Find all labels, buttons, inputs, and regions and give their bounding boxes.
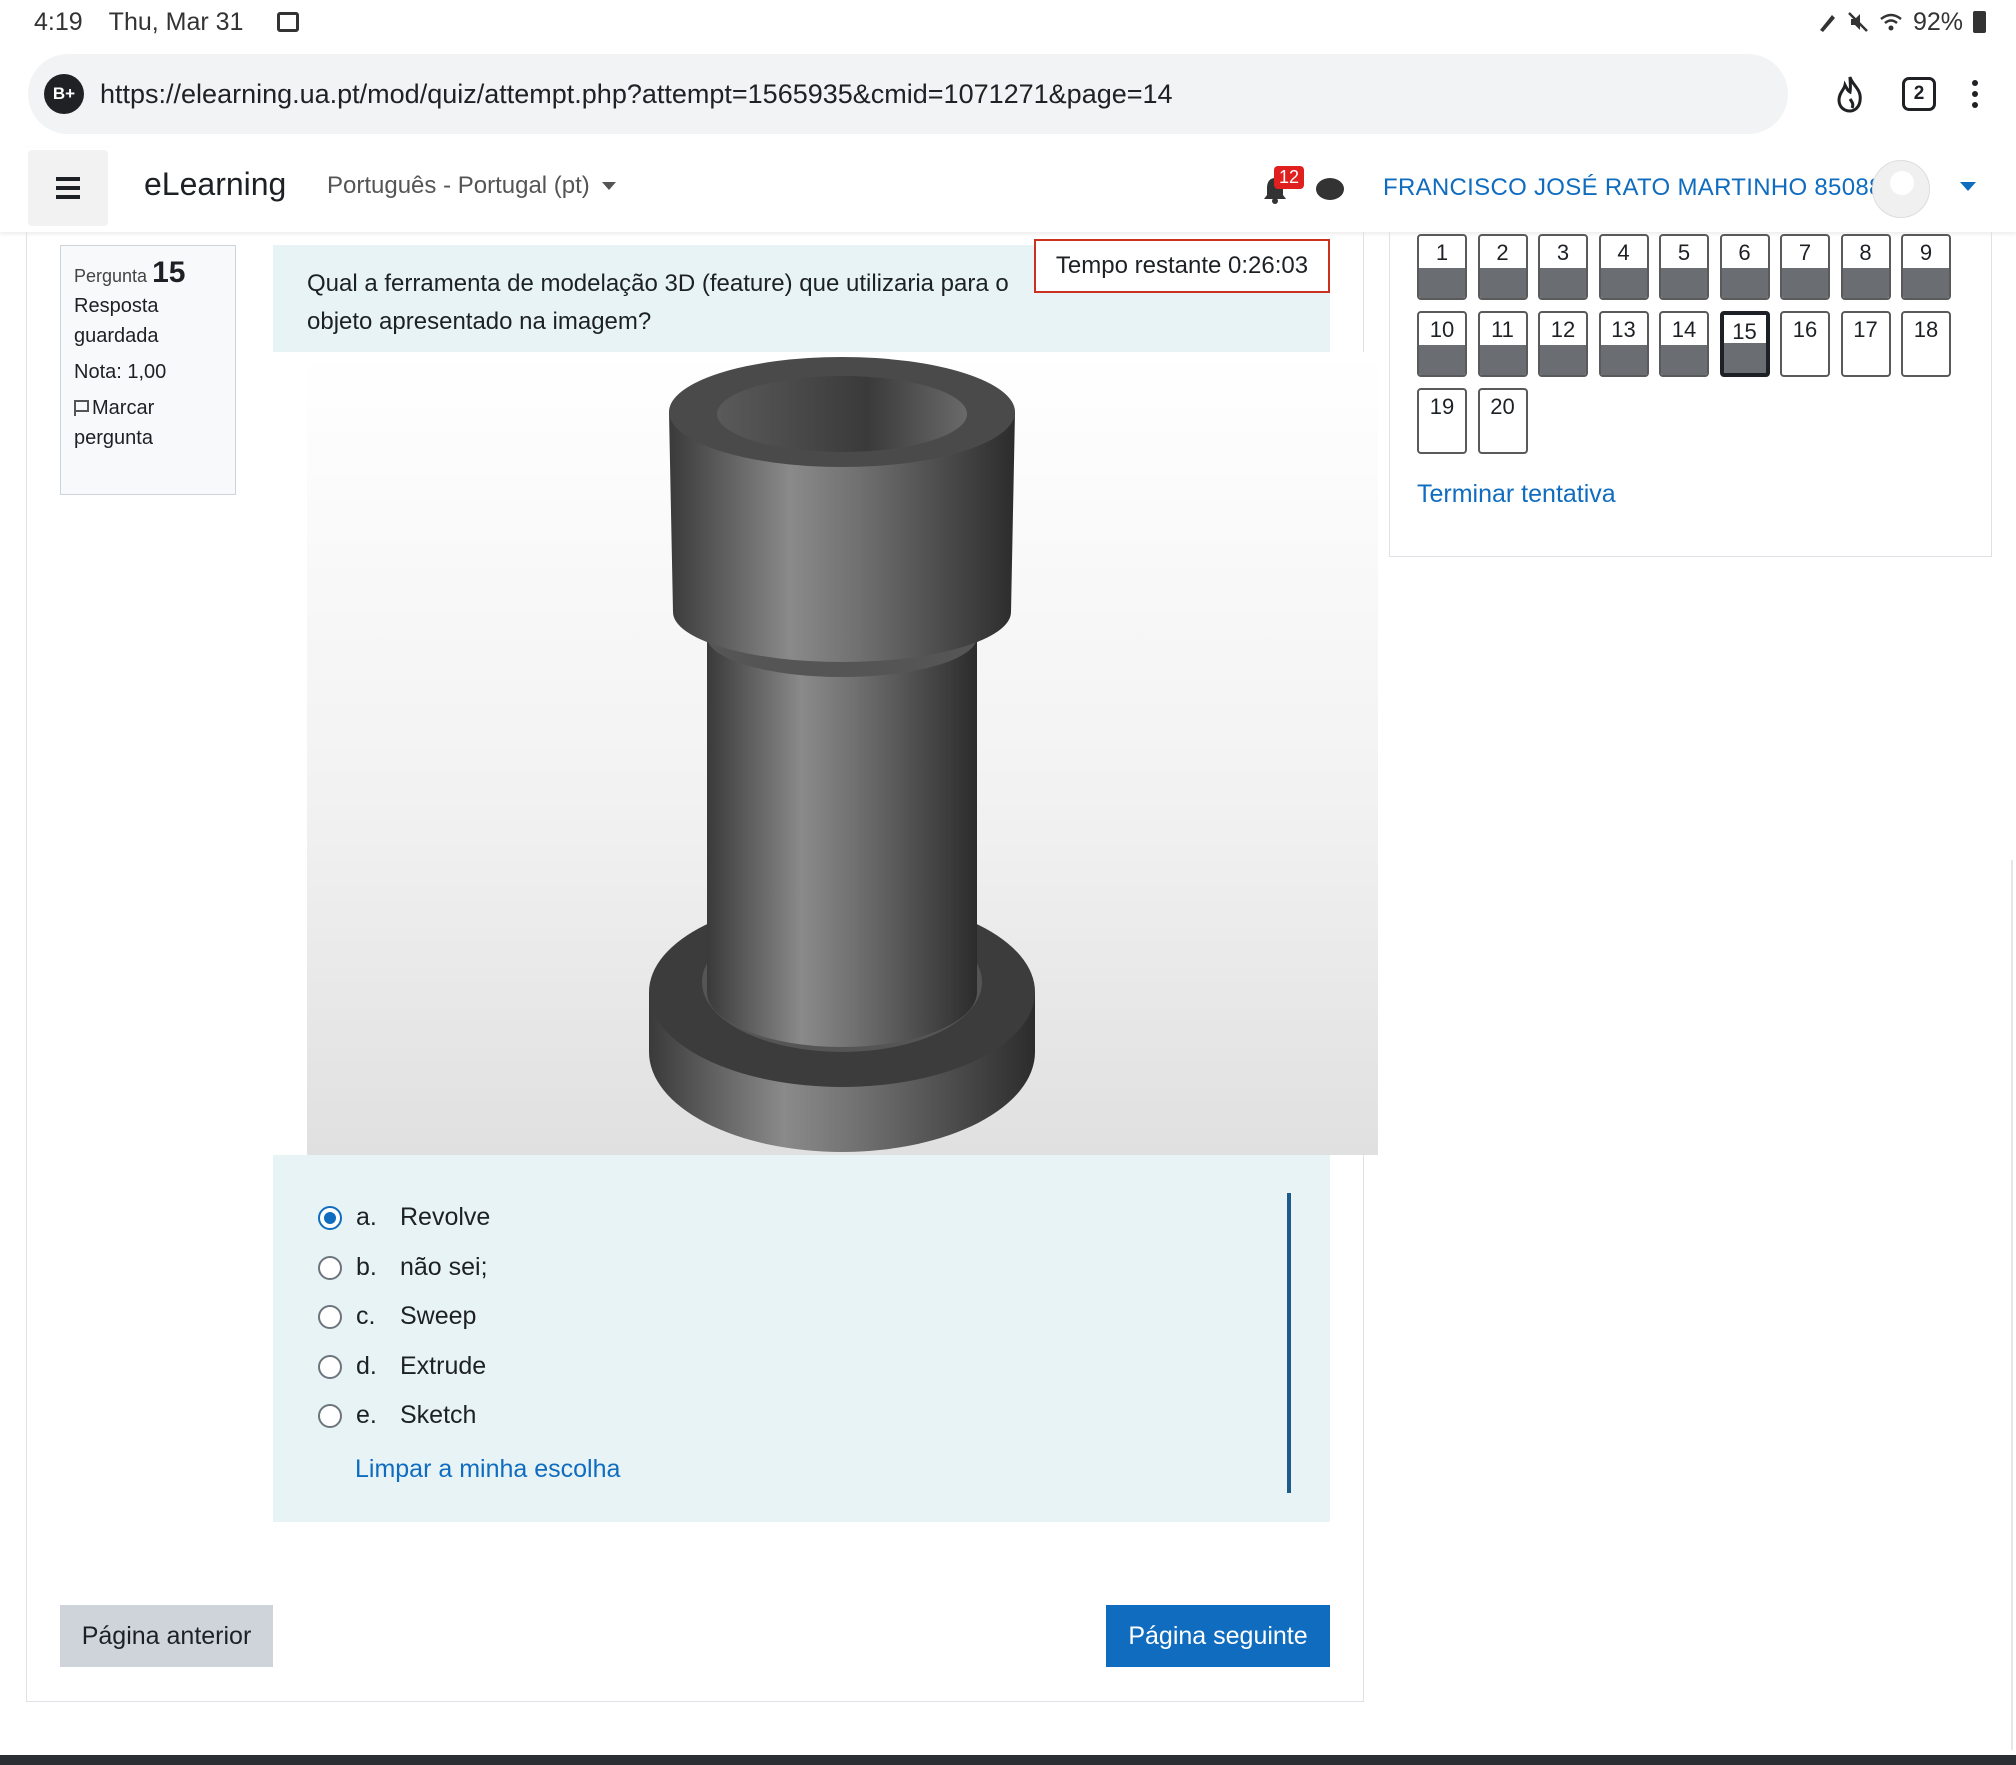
time-remaining: Tempo restante 0:26:03 — [1034, 239, 1330, 293]
hamburger-menu-button[interactable] — [28, 150, 108, 226]
status-bar: 4:19 Thu, Mar 31 92% — [0, 0, 2016, 44]
address-bar[interactable]: B+ https://elearning.ua.pt/mod/quiz/atte… — [28, 54, 1788, 134]
quiz-nav-button-12[interactable]: 12 — [1538, 311, 1588, 377]
radio-button[interactable] — [318, 1354, 342, 1379]
scrollbar[interactable] — [2011, 860, 2013, 1750]
status-time: 4:19 — [34, 7, 83, 36]
quiz-nav-button-1[interactable]: 1 — [1417, 234, 1467, 300]
answer-label[interactable]: Revolve — [400, 1203, 490, 1232]
menu-dots-icon[interactable] — [1972, 80, 1978, 108]
answer-option-d[interactable]: d. Extrude — [318, 1352, 486, 1381]
quiz-nav-button-11[interactable]: 11 — [1477, 311, 1528, 377]
brand-name[interactable]: eLearning — [144, 166, 286, 203]
answer-option-c[interactable]: c. Sweep — [318, 1302, 476, 1331]
question-image — [307, 352, 1378, 1155]
quiz-nav-button-20[interactable]: 20 — [1477, 388, 1528, 454]
question-state: Resposta guardada — [74, 295, 159, 347]
radio-button[interactable] — [318, 1304, 342, 1329]
answer-option-a[interactable]: a. Revolve — [318, 1203, 490, 1232]
next-page-button[interactable]: Página seguinte — [1106, 1605, 1330, 1667]
question-number: Pergunta 15 — [74, 256, 186, 289]
quiz-nav-button-6[interactable]: 6 — [1719, 234, 1770, 300]
gallery-icon — [277, 12, 300, 32]
question-info-box: Pergunta 15 Resposta guardada Nota: 1,00… — [60, 245, 236, 495]
tabs-icon[interactable]: 2 — [1902, 77, 1936, 111]
answer-focus-bar — [1287, 1193, 1291, 1493]
quiz-nav-button-18[interactable]: 18 — [1901, 311, 1951, 377]
quiz-nav-button-16[interactable]: 16 — [1780, 311, 1830, 377]
mute-icon — [1848, 12, 1868, 32]
quiz-nav-button-4[interactable]: 4 — [1598, 234, 1649, 300]
answer-option-b[interactable]: b. não sei; — [318, 1253, 488, 1282]
clear-choice-link[interactable]: Limpar a minha escolha — [355, 1455, 620, 1484]
question-grade: Nota: 1,00 — [74, 361, 167, 383]
site-info-icon[interactable]: B+ — [44, 74, 84, 114]
status-right: 92% — [1817, 0, 1986, 44]
quiz-nav-button-8[interactable]: 8 — [1840, 234, 1891, 300]
status-date: Thu, Mar 31 — [108, 7, 244, 36]
chevron-down-icon — [601, 182, 616, 190]
3d-part-render — [649, 357, 1035, 1152]
quiz-nav-button-2[interactable]: 2 — [1477, 234, 1528, 300]
fire-icon[interactable] — [1834, 75, 1866, 113]
bottom-edge — [0, 1755, 2016, 1765]
quiz-nav-button-17[interactable]: 17 — [1840, 311, 1891, 377]
radio-button[interactable] — [318, 1255, 342, 1280]
language-label: Português - Portugal (pt) — [327, 172, 590, 199]
radio-button[interactable] — [318, 1403, 342, 1428]
pen-icon — [1819, 15, 1835, 32]
answer-label[interactable]: Extrude — [400, 1352, 486, 1381]
answer-block: a. Revolve b. não sei; c. Sweep d. Extru… — [273, 1155, 1330, 1522]
quiz-nav-button-7[interactable]: 7 — [1780, 234, 1830, 300]
quiz-nav-button-15[interactable]: 15 — [1719, 311, 1770, 377]
quiz-nav-button-13[interactable]: 13 — [1598, 311, 1649, 377]
wifi-icon — [1880, 13, 1902, 31]
battery-icon — [1973, 11, 1986, 33]
radio-button[interactable] — [318, 1205, 342, 1230]
answer-option-e[interactable]: e. Sketch — [318, 1401, 476, 1430]
battery-percent: 92% — [1912, 7, 1963, 36]
quiz-nav-button-9[interactable]: 9 — [1901, 234, 1951, 300]
answer-label[interactable]: não sei; — [400, 1253, 488, 1282]
browser-toolbar: 2 — [1816, 54, 2016, 134]
avatar[interactable] — [1872, 160, 1930, 218]
chat-icon[interactable] — [1316, 178, 1344, 200]
finish-attempt-link[interactable]: Terminar tentativa — [1417, 480, 1616, 509]
language-selector[interactable]: Português - Portugal (pt) — [327, 172, 616, 200]
quiz-nav-button-14[interactable]: 14 — [1659, 311, 1709, 377]
answer-label[interactable]: Sketch — [400, 1401, 476, 1430]
user-menu-chevron-icon[interactable] — [1960, 182, 1976, 191]
flag-question-link[interactable]: Marcar pergunta — [74, 393, 222, 453]
url-text[interactable]: https://elearning.ua.pt/mod/quiz/attempt… — [100, 79, 1173, 110]
quiz-nav-button-3[interactable]: 3 — [1538, 234, 1588, 300]
flag-icon — [74, 400, 89, 416]
notification-badge: 12 — [1274, 166, 1305, 189]
user-name[interactable]: FRANCISCO JOSÉ RATO MARTINHO 85088 — [1383, 174, 1883, 202]
quiz-nav-button-10[interactable]: 10 — [1417, 311, 1467, 377]
quiz-nav-button-5[interactable]: 5 — [1659, 234, 1709, 300]
site-navbar: eLearning Português - Portugal (pt) 12 F… — [0, 148, 2016, 232]
previous-page-button[interactable]: Página anterior — [60, 1605, 273, 1667]
quiz-nav-button-19[interactable]: 19 — [1417, 388, 1467, 454]
answer-label[interactable]: Sweep — [400, 1302, 476, 1331]
